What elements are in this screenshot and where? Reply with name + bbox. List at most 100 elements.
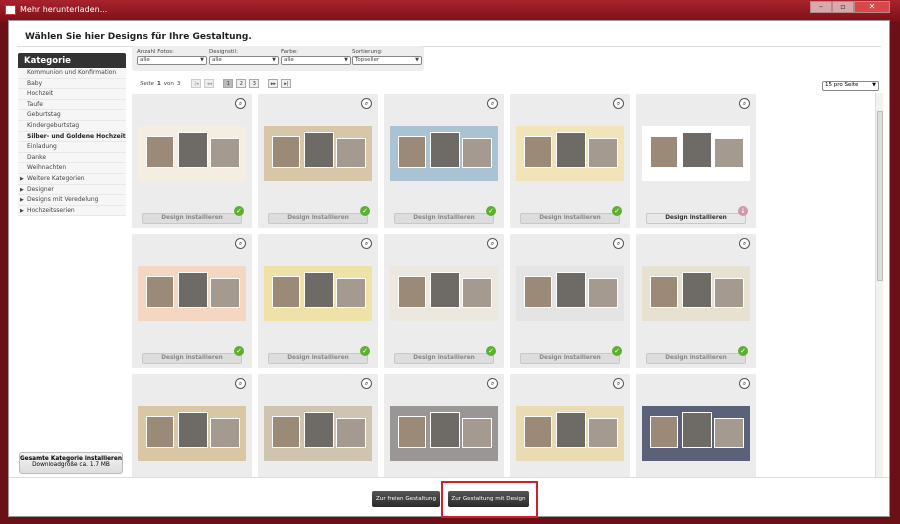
- zoom-icon[interactable]: ⌕: [739, 98, 750, 109]
- design-thumbnail: [390, 126, 498, 181]
- photo-placeholder: [714, 418, 744, 448]
- filter-label: Sortierung:: [352, 49, 383, 55]
- photo-placeholder: [650, 416, 678, 448]
- sidebar-item[interactable]: Einladung: [18, 142, 126, 153]
- zoom-icon[interactable]: ⌕: [235, 238, 246, 249]
- photo-placeholder: [714, 278, 744, 308]
- last-page-button[interactable]: ▸|: [281, 79, 292, 88]
- install-design-button[interactable]: Design installieren: [142, 213, 242, 224]
- install-design-button[interactable]: Design installieren: [268, 353, 368, 364]
- zoom-icon[interactable]: ⌕: [613, 238, 624, 249]
- install-design-button[interactable]: Design installieren: [646, 353, 746, 364]
- design-thumbnail: [642, 126, 750, 181]
- zoom-icon[interactable]: ⌕: [235, 378, 246, 389]
- sidebar-item[interactable]: Weitere Kategorien: [18, 173, 126, 185]
- design-card[interactable]: ⌕Design installieren: [384, 374, 504, 477]
- next-page-button[interactable]: ▸▸: [268, 79, 279, 88]
- sidebar-item[interactable]: Kommunion und Konfirmation: [18, 68, 126, 79]
- photo-placeholder: [398, 276, 426, 308]
- filter-label: Anzahl Fotos:: [137, 49, 174, 55]
- install-design-button[interactable]: Design installieren: [142, 353, 242, 364]
- design-card[interactable]: ⌕Design installieren: [132, 374, 252, 477]
- install-design-button[interactable]: Design installieren: [394, 353, 494, 364]
- design-card[interactable]: ⌕Design installieren: [636, 374, 756, 477]
- page-3-button[interactable]: 3: [249, 79, 260, 88]
- sidebar-item[interactable]: Designs mit Veredelung: [18, 195, 126, 206]
- installed-check-icon: ✓: [234, 206, 244, 216]
- scrollbar-thumb[interactable]: [877, 111, 883, 281]
- total-pages: 3: [176, 80, 181, 87]
- page-title: Wählen Sie hier Designs für Ihre Gestalt…: [25, 32, 252, 42]
- sidebar-item[interactable]: Kindergeburtstag: [18, 120, 126, 132]
- design-card[interactable]: ⌕ Design installieren ✓: [510, 234, 630, 368]
- sidebar-item[interactable]: Silber- und Goldene Hochzeit: [18, 131, 126, 143]
- minimize-button[interactable]: –: [810, 1, 832, 13]
- zoom-icon[interactable]: ⌕: [613, 378, 624, 389]
- design-card[interactable]: ⌕ Design installieren ✓: [132, 234, 252, 368]
- sidebar-item[interactable]: Taufe: [18, 99, 126, 111]
- installed-check-icon: ✓: [612, 206, 622, 216]
- design-card[interactable]: ⌕ Design installieren ✓: [258, 234, 378, 368]
- per-page-select[interactable]: 15 pro Seite: [822, 81, 879, 91]
- install-design-button[interactable]: Design installieren: [520, 353, 620, 364]
- install-category-button[interactable]: Gesamte Kategorie installieren Downloadg…: [19, 452, 123, 474]
- design-style-select[interactable]: alle: [209, 56, 279, 65]
- design-grid: ⌕ Design installieren ✓ ⌕ Design installiere…: [131, 93, 875, 477]
- sidebar-item[interactable]: Hochzeitsserien: [18, 205, 126, 217]
- zoom-icon[interactable]: ⌕: [487, 378, 498, 389]
- maximize-button[interactable]: ▫: [832, 1, 854, 13]
- install-design-button[interactable]: Design installieren: [268, 213, 368, 224]
- install-design-button[interactable]: Design installieren: [394, 213, 494, 224]
- photo-placeholder: [146, 136, 174, 168]
- close-button[interactable]: ✕: [854, 1, 890, 13]
- install-design-button[interactable]: Design installieren: [520, 213, 620, 224]
- sidebar-item[interactable]: Hochzeit: [18, 89, 126, 100]
- sidebar-item[interactable]: Weihnachten: [18, 163, 126, 174]
- photo-placeholder: [146, 276, 174, 308]
- zoom-icon[interactable]: ⌕: [361, 238, 372, 249]
- zoom-icon[interactable]: ⌕: [613, 98, 624, 109]
- sort-select[interactable]: Topseller: [352, 56, 422, 65]
- sidebar-item[interactable]: Designer: [18, 184, 126, 196]
- photo-placeholder: [524, 136, 552, 168]
- page-1-button[interactable]: 1: [223, 79, 234, 88]
- zoom-icon[interactable]: ⌕: [361, 378, 372, 389]
- color-select[interactable]: alle: [281, 56, 351, 65]
- design-card[interactable]: ⌕ Design installieren ✓: [510, 94, 630, 228]
- photo-placeholder: [430, 272, 460, 308]
- design-thumbnail: [264, 126, 372, 181]
- free-design-button[interactable]: Zur freien Gestaltung: [372, 491, 440, 507]
- design-card[interactable]: ⌕ Design installieren ✓: [132, 94, 252, 228]
- design-card[interactable]: ⌕Design installieren: [258, 374, 378, 477]
- zoom-icon[interactable]: ⌕: [739, 378, 750, 389]
- prev-page-button[interactable]: ◂◂: [204, 79, 215, 88]
- first-page-button[interactable]: |◂: [191, 79, 202, 88]
- photo-placeholder: [556, 132, 586, 168]
- design-card[interactable]: ⌕Design installieren: [510, 374, 630, 477]
- filter-label: Designstil:: [209, 49, 238, 55]
- page-2-button[interactable]: 2: [236, 79, 247, 88]
- zoom-icon[interactable]: ⌕: [487, 238, 498, 249]
- sidebar-item[interactable]: Geburtstag: [18, 110, 126, 121]
- photo-placeholder: [462, 138, 492, 168]
- zoom-icon[interactable]: ⌕: [739, 238, 750, 249]
- design-card[interactable]: ⌕ Design installieren ↓: [636, 94, 756, 228]
- zoom-icon[interactable]: ⌕: [487, 98, 498, 109]
- design-card[interactable]: ⌕ Design installieren ✓: [384, 94, 504, 228]
- page-label: Seite: [140, 80, 154, 87]
- design-card[interactable]: ⌕ Design installieren ✓: [636, 234, 756, 368]
- sidebar-item[interactable]: Danke: [18, 152, 126, 164]
- sidebar-item[interactable]: Baby: [18, 78, 126, 90]
- highlight-box: [441, 481, 538, 518]
- photo-placeholder: [146, 416, 174, 448]
- design-card[interactable]: ⌕ Design installieren ✓: [384, 234, 504, 368]
- design-thumbnail: [138, 126, 246, 181]
- photo-placeholder: [210, 418, 240, 448]
- installed-check-icon: ✓: [486, 346, 496, 356]
- design-card[interactable]: ⌕ Design installieren ✓: [258, 94, 378, 228]
- install-design-button[interactable]: Design installieren: [646, 213, 746, 224]
- zoom-icon[interactable]: ⌕: [235, 98, 246, 109]
- zoom-icon[interactable]: ⌕: [361, 98, 372, 109]
- scrollbar[interactable]: [875, 93, 883, 477]
- photo-count-select[interactable]: alle: [137, 56, 207, 65]
